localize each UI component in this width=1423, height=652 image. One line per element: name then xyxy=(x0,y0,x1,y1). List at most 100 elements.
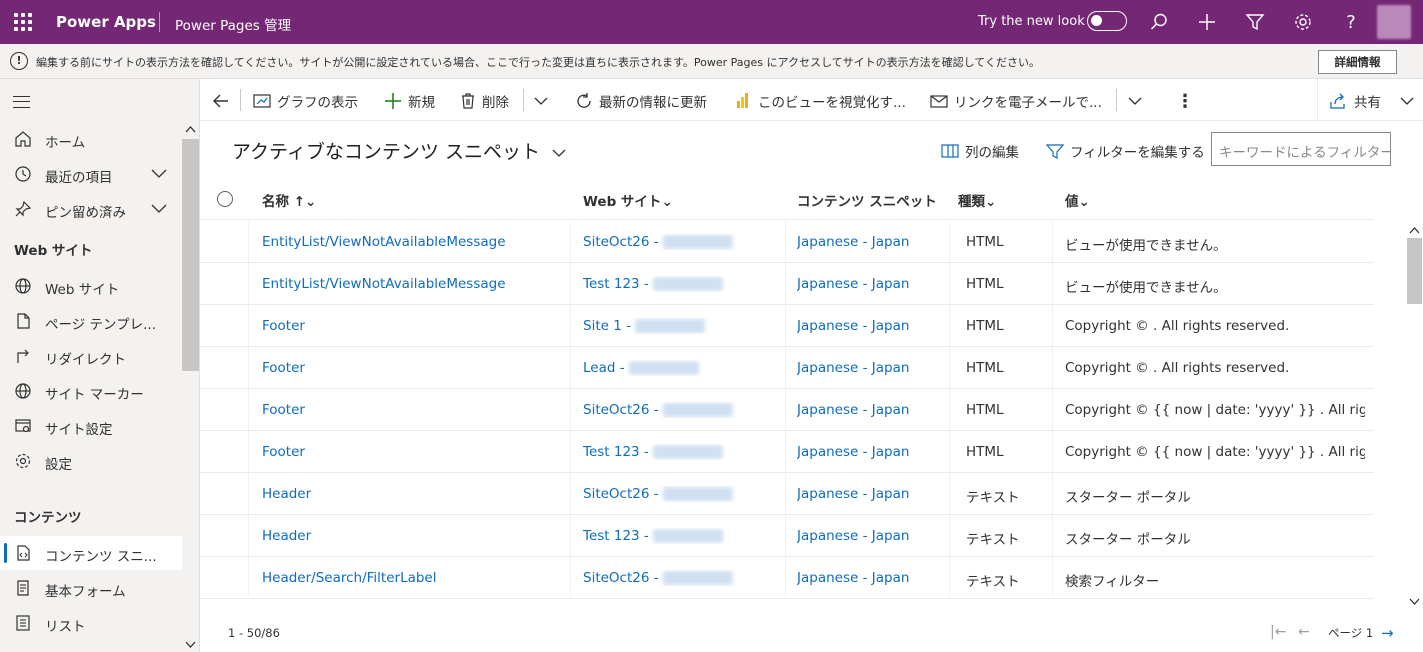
column-divider xyxy=(785,515,786,557)
column-header-value[interactable]: 値⌄ xyxy=(1065,190,1090,210)
table-row[interactable]: Footer Site 1 - Japanese - Japan HTML Co… xyxy=(200,305,1374,347)
back-button[interactable] xyxy=(212,91,236,111)
first-page-icon[interactable]: |← xyxy=(1270,624,1286,640)
app-name[interactable]: Power Apps xyxy=(56,13,156,31)
chevron-down-icon[interactable] xyxy=(150,166,168,180)
next-page-icon[interactable]: → xyxy=(1381,624,1394,642)
cell-language-link[interactable]: Japanese - Japan xyxy=(797,444,947,460)
cell-name-link[interactable]: EntityList/ViewNotAvailableMessage xyxy=(262,234,562,250)
table-row[interactable]: Footer Test 123 - Japanese - Japan HTML … xyxy=(200,431,1374,473)
delete-button[interactable]: 削除 xyxy=(460,91,509,111)
chevron-up-icon[interactable] xyxy=(1409,226,1420,234)
cell-website-link[interactable]: SiteOct26 - xyxy=(583,234,783,250)
cell-website-link[interactable]: SiteOct26 - xyxy=(583,486,783,502)
table-row[interactable]: Footer Lead - Japanese - Japan HTML Copy… xyxy=(200,347,1374,389)
chevron-down-icon[interactable] xyxy=(1409,598,1420,606)
sidebar-scroll-thumb[interactable] xyxy=(182,139,199,371)
cell-website-link[interactable]: Site 1 - xyxy=(583,318,783,334)
cell-language-link[interactable]: Japanese - Japan xyxy=(797,570,947,586)
sidebar-item-recent[interactable]: 最近の項目 xyxy=(0,157,182,191)
share-options[interactable] xyxy=(1400,91,1420,111)
column-header-type[interactable]: 種類⌄ xyxy=(958,190,996,210)
chevron-down-icon[interactable] xyxy=(185,641,196,649)
avatar[interactable] xyxy=(1377,5,1411,39)
select-all-radio[interactable] xyxy=(217,191,233,207)
table-row[interactable]: Footer SiteOct26 - Japanese - Japan HTML… xyxy=(200,389,1374,431)
grid-scroll-thumb[interactable] xyxy=(1407,238,1422,304)
cell-name-link[interactable]: Footer xyxy=(262,360,562,376)
cell-website-link[interactable]: Test 123 - xyxy=(583,528,783,544)
cell-language-link[interactable]: Japanese - Japan xyxy=(797,234,947,250)
edit-filters-button[interactable]: フィルターを編集する xyxy=(1046,141,1205,161)
chevron-down-icon[interactable] xyxy=(150,201,168,215)
app-subtitle[interactable]: Power Pages 管理 xyxy=(175,14,291,34)
sidebar-item-websites[interactable]: Web サイト xyxy=(0,269,182,303)
cell-name-link[interactable]: Footer xyxy=(262,402,562,418)
sidebar-item-pinned[interactable]: ピン留め済み xyxy=(0,192,182,226)
sidebar-item-label: ホーム xyxy=(45,135,86,151)
cell-website-link[interactable]: Lead - xyxy=(583,360,783,376)
table-row[interactable]: Header SiteOct26 - Japanese - Japan テキスト… xyxy=(200,473,1374,515)
sidebar-item-site-settings[interactable]: サイト設定 xyxy=(0,409,182,443)
cell-name-link[interactable]: Header xyxy=(262,486,562,502)
refresh-button[interactable]: 最新の情報に更新 xyxy=(575,91,707,111)
more-commands-button[interactable]: ⋮ xyxy=(1176,91,1194,112)
record-count: 1 - 50/86 xyxy=(228,626,280,640)
sidebar-item-page-templates[interactable]: ページ テンプレ... xyxy=(0,304,182,338)
cell-name-link[interactable]: Header/Search/FilterLabel xyxy=(262,570,562,586)
search-icon[interactable] xyxy=(1147,10,1171,34)
table-row[interactable]: EntityList/ViewNotAvailableMessage SiteO… xyxy=(200,221,1374,263)
cell-language-link[interactable]: Japanese - Japan xyxy=(797,276,947,292)
sidebar-item-lists[interactable]: リスト xyxy=(0,606,182,640)
app-launcher-icon[interactable] xyxy=(14,13,32,31)
sidebar-item-basic-forms[interactable]: 基本フォーム xyxy=(0,571,182,605)
more-email-options[interactable] xyxy=(1128,91,1148,111)
new-button[interactable]: 新規 xyxy=(384,91,435,111)
column-header-name[interactable]: 名称 ↑⌄ xyxy=(262,190,316,210)
sidebar-item-site-markers[interactable]: サイト マーカー xyxy=(0,374,182,408)
column-header-language[interactable]: コンテンツ スニペット...⌄ xyxy=(797,190,937,210)
sidebar-item-home[interactable]: ホーム xyxy=(0,122,182,156)
column-header-website[interactable]: Web サイト⌄ xyxy=(583,190,673,210)
previous-page-icon[interactable]: ← xyxy=(1298,624,1310,640)
gear-icon[interactable] xyxy=(1291,10,1315,34)
sidebar-item-settings[interactable]: 設定 xyxy=(0,444,182,478)
cell-name-link[interactable]: Footer xyxy=(262,444,562,460)
keyword-filter-input[interactable]: キーワードによるフィルター xyxy=(1211,132,1391,166)
cell-website-link[interactable]: SiteOct26 - xyxy=(583,570,783,586)
cell-website-link[interactable]: SiteOct26 - xyxy=(583,402,783,418)
sidebar-item-redirects[interactable]: リダイレクト xyxy=(0,339,182,373)
email-link-button[interactable]: リンクを電子メールで... xyxy=(930,91,1102,111)
plus-icon[interactable] xyxy=(1195,10,1219,34)
cell-language-link[interactable]: Japanese - Japan xyxy=(797,318,947,334)
edit-columns-button[interactable]: 列の編集 xyxy=(941,141,1019,161)
help-icon[interactable]: ? xyxy=(1339,10,1363,34)
cell-language-link[interactable]: Japanese - Japan xyxy=(797,528,947,544)
visualize-button[interactable]: このビューを視覚化す... xyxy=(734,91,906,111)
view-selector[interactable]: アクティブなコンテンツ スニペット xyxy=(232,137,566,164)
cell-name-link[interactable]: Footer xyxy=(262,318,562,334)
chevron-up-icon[interactable] xyxy=(185,125,196,133)
table-row[interactable]: Header Test 123 - Japanese - Japan テキスト … xyxy=(200,515,1374,557)
sidebar-item-label: リスト xyxy=(45,619,86,635)
cell-language-link[interactable]: Japanese - Japan xyxy=(797,486,947,502)
more-info-button[interactable]: 詳細情報 xyxy=(1318,50,1397,74)
column-divider xyxy=(949,515,950,557)
table-row[interactable]: Header/Search/FilterLabel SiteOct26 - Ja… xyxy=(200,557,1374,599)
share-button[interactable]: 共有 xyxy=(1330,91,1381,111)
hamburger-icon[interactable] xyxy=(13,96,30,108)
sidebar-item-content-snippets[interactable]: コンテンツ スニ... xyxy=(0,536,182,570)
cell-language-link[interactable]: Japanese - Japan xyxy=(797,360,947,376)
cell-website-link[interactable]: Test 123 - xyxy=(583,276,783,292)
share-split-button[interactable]: 共有 xyxy=(1317,79,1423,121)
cell-type: HTML xyxy=(966,318,1004,334)
filter-icon[interactable] xyxy=(1243,10,1267,34)
cell-language-link[interactable]: Japanese - Japan xyxy=(797,402,947,418)
cell-website-link[interactable]: Test 123 - xyxy=(583,444,783,460)
cell-name-link[interactable]: Header xyxy=(262,528,562,544)
new-look-toggle[interactable] xyxy=(1087,11,1127,31)
cell-name-link[interactable]: EntityList/ViewNotAvailableMessage xyxy=(262,276,562,292)
table-row[interactable]: EntityList/ViewNotAvailableMessage Test … xyxy=(200,263,1374,305)
more-delete-options[interactable] xyxy=(534,91,554,111)
show-chart-button[interactable]: グラフの表示 xyxy=(253,91,358,111)
